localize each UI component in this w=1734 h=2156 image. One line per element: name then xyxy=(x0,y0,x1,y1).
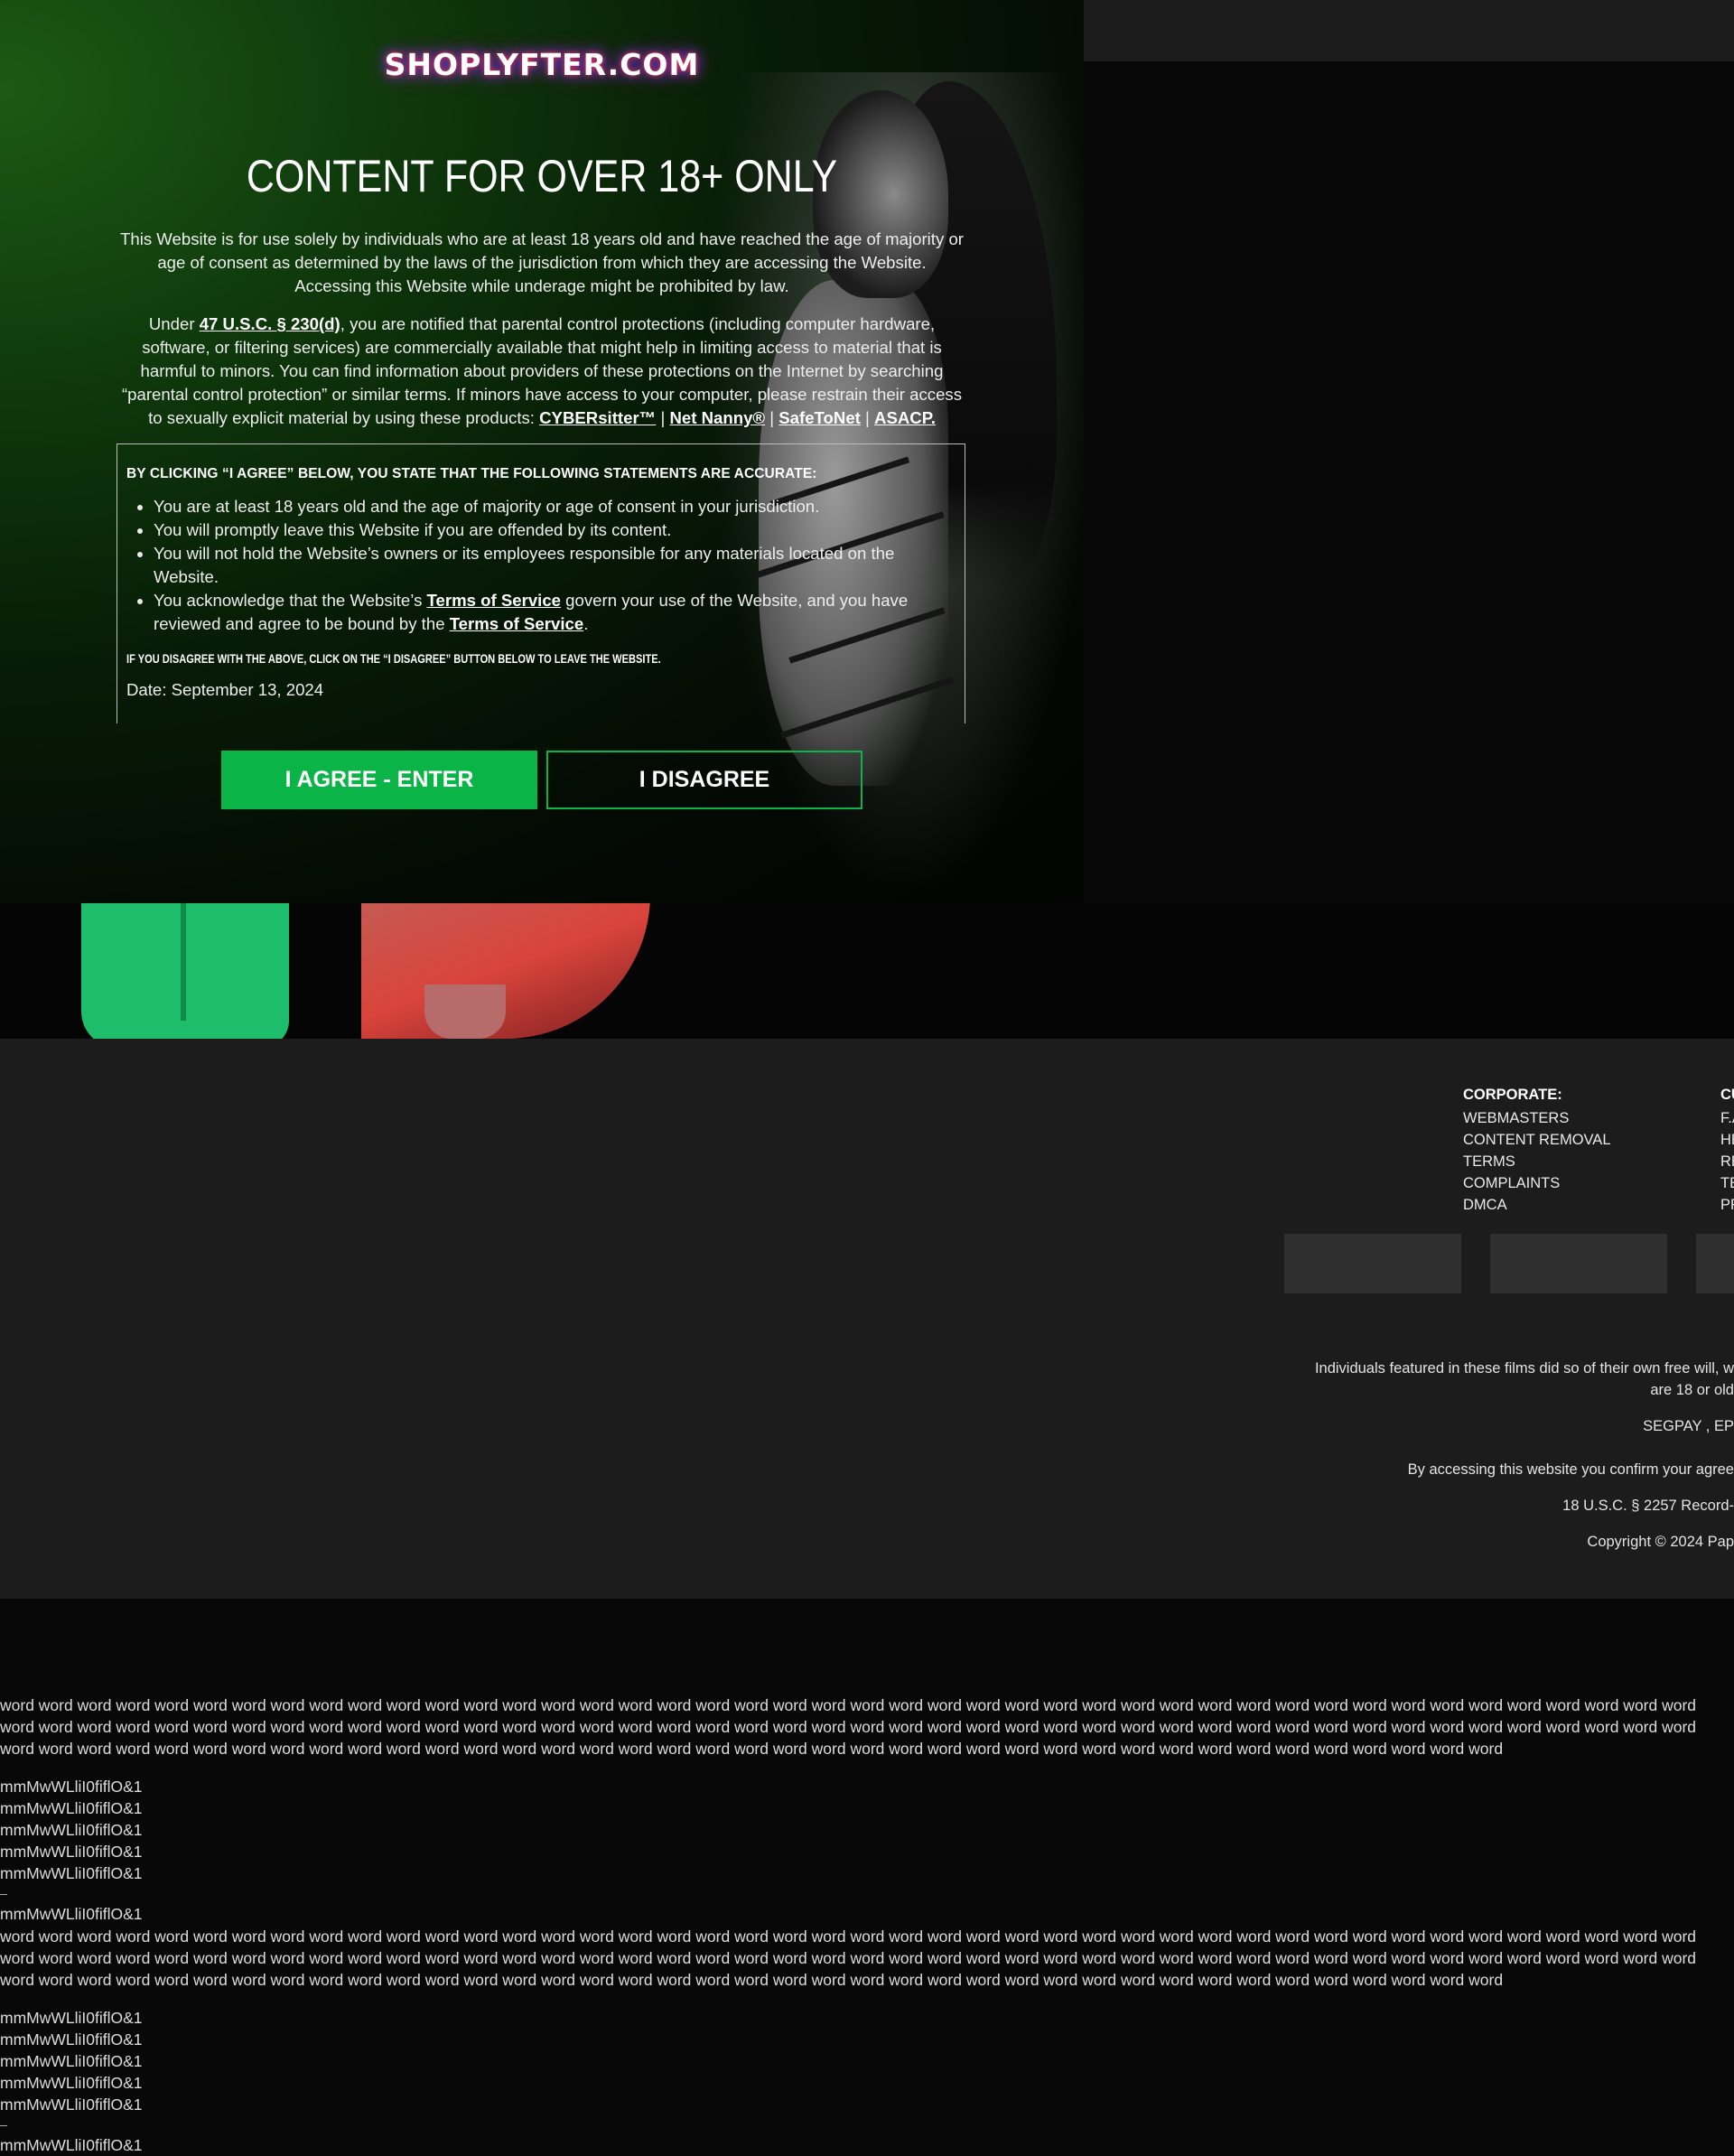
terms-of-service-link[interactable]: Terms of Service xyxy=(450,614,583,633)
footer-corporate-column: CORPORATE: WEBMASTERS CONTENT REMOVAL TE… xyxy=(1463,1084,1611,1216)
site-logo: SHOPLYFTER.COM xyxy=(384,47,700,82)
footer-link-complaints[interactable]: COMPLAINTS xyxy=(1463,1172,1611,1194)
footer-agreement-text: By accessing this website you confirm yo… xyxy=(1407,1461,1734,1478)
footer-2257-text[interactable]: 18 U.S.C. § 2257 Record- xyxy=(1562,1498,1734,1515)
footer-featured-text: Individuals featured in these films did … xyxy=(1314,1360,1734,1377)
statement-text: You acknowledge that the Website’s xyxy=(154,591,427,610)
footer-link[interactable]: F.A xyxy=(1720,1107,1734,1129)
disagree-note: IF YOU DISAGREE WITH THE ABOVE, CLICK ON… xyxy=(126,652,661,666)
parental-control-notice: Under 47 U.S.C. § 230(d), you are notifi… xyxy=(117,313,966,430)
statement-item: You acknowledge that the Website’s Terms… xyxy=(154,589,956,636)
link-separator: | xyxy=(656,408,670,427)
net-nanny-link[interactable]: Net Nanny® xyxy=(669,408,765,427)
footer-badge[interactable] xyxy=(1284,1234,1461,1293)
cybersitter-link[interactable]: CYBERsitter™ xyxy=(539,408,656,427)
footer-link-webmasters[interactable]: WEBMASTERS xyxy=(1463,1107,1611,1129)
footer-corporate-heading: CORPORATE: xyxy=(1463,1087,1562,1103)
hero-image-strip xyxy=(0,903,1734,1039)
statement-text: . xyxy=(583,614,589,633)
hero-shoe-shape xyxy=(424,985,506,1039)
parental-text-before: Under xyxy=(148,314,200,333)
link-separator: | xyxy=(860,408,875,427)
footer-badge[interactable] xyxy=(1696,1234,1734,1293)
footer-link[interactable]: PR xyxy=(1720,1194,1734,1216)
filler-char-line: mmMwWLliI0fiflO&1 xyxy=(0,1821,143,1839)
filler-words: word word word word word word word word … xyxy=(0,1696,1697,1758)
filler-char-line: mmMwWLliI0fiflO&1 xyxy=(0,2030,143,2049)
statements-list: You are at least 18 years old and the ag… xyxy=(126,495,956,636)
filler-text-block: word word word word word word word word … xyxy=(0,1926,1734,2156)
hero-figure-red xyxy=(361,903,650,1039)
filler-words: word word word word word word word word … xyxy=(0,1927,1697,1989)
terms-of-service-link[interactable]: Terms of Service xyxy=(427,591,561,610)
filler-char-line: mmMwWLliI0fiflO&1 xyxy=(0,2074,143,2092)
asacp-link[interactable]: ASACP. xyxy=(874,408,936,427)
filler-char-line: mmMwWLliI0fiflO&1 xyxy=(0,1778,143,1796)
current-date: Date: September 13, 2024 xyxy=(126,680,324,699)
footer-link[interactable]: HE xyxy=(1720,1129,1734,1151)
age-gate-title: CONTENT FOR OVER 18+ ONLY xyxy=(246,151,838,201)
filler-char-line: mmMwWLliI0fiflO&1 xyxy=(0,1864,143,1882)
filler-char-line: mmMwWLliI0fiflO&1 xyxy=(0,1799,143,1817)
footer-link[interactable]: RE xyxy=(1720,1151,1734,1172)
link-separator: | xyxy=(765,408,779,427)
statements-box[interactable]: BY CLICKING “I AGREE” BELOW, YOU STATE T… xyxy=(117,443,965,723)
statement-item: You will not hold the Website’s owners o… xyxy=(154,542,956,589)
filler-char-line: mmMwWLliI0fiflO&1 xyxy=(0,2136,143,2154)
footer-link-content-removal[interactable]: CONTENT REMOVAL xyxy=(1463,1129,1611,1151)
filler-char-line: mmMwWLliI0fiflO&1 xyxy=(0,1905,143,1923)
footer-link[interactable]: TE xyxy=(1720,1172,1734,1194)
footer-link-terms[interactable]: TERMS xyxy=(1463,1151,1611,1172)
filler-char-line: mmMwWLliI0fiflO&1 xyxy=(0,2009,143,2027)
agree-enter-button[interactable]: I AGREE - ENTER xyxy=(221,751,537,809)
site-footer: CORPORATE: WEBMASTERS CONTENT REMOVAL TE… xyxy=(0,1039,1734,1599)
filler-divider xyxy=(0,2115,7,2126)
footer-badge[interactable] xyxy=(1490,1234,1667,1293)
hero-figure-green xyxy=(81,903,289,1039)
filler-char-line: mmMwWLliI0fiflO&1 xyxy=(0,2095,143,2114)
statement-item: You will promptly leave this Website if … xyxy=(154,518,956,542)
filler-char-line: mmMwWLliI0fiflO&1 xyxy=(0,2052,143,2070)
filler-text-block: word word word word word word word word … xyxy=(0,1694,1734,1925)
age-verification-modal: SHOPLYFTER.COM CONTENT FOR OVER 18+ ONLY… xyxy=(0,0,1084,903)
footer-copyright: Copyright © 2024 Pap xyxy=(1587,1534,1734,1550)
statement-item: You are at least 18 years old and the ag… xyxy=(154,495,956,518)
filler-char-line: mmMwWLliI0fiflO&1 xyxy=(0,1843,143,1861)
law-link[interactable]: 47 U.S.C. § 230(d) xyxy=(200,314,340,333)
disagree-button[interactable]: I DISAGREE xyxy=(546,751,862,809)
statements-heading: BY CLICKING “I AGREE” BELOW, YOU STATE T… xyxy=(126,466,817,481)
footer-customer-column: CU F.A HE RE TE PR xyxy=(1720,1084,1734,1216)
footer-billing-text: SEGPAY , EP xyxy=(1643,1418,1734,1434)
age-requirement-text: This Website is for use solely by indivi… xyxy=(120,229,964,295)
footer-featured-text: are 18 or old xyxy=(1650,1382,1734,1398)
filler-divider xyxy=(0,1884,7,1895)
footer-link-dmca[interactable]: DMCA xyxy=(1463,1194,1611,1216)
safetonet-link[interactable]: SafeToNet xyxy=(778,408,861,427)
footer-customer-heading: CU xyxy=(1720,1087,1734,1103)
top-header-strip xyxy=(1084,0,1734,61)
